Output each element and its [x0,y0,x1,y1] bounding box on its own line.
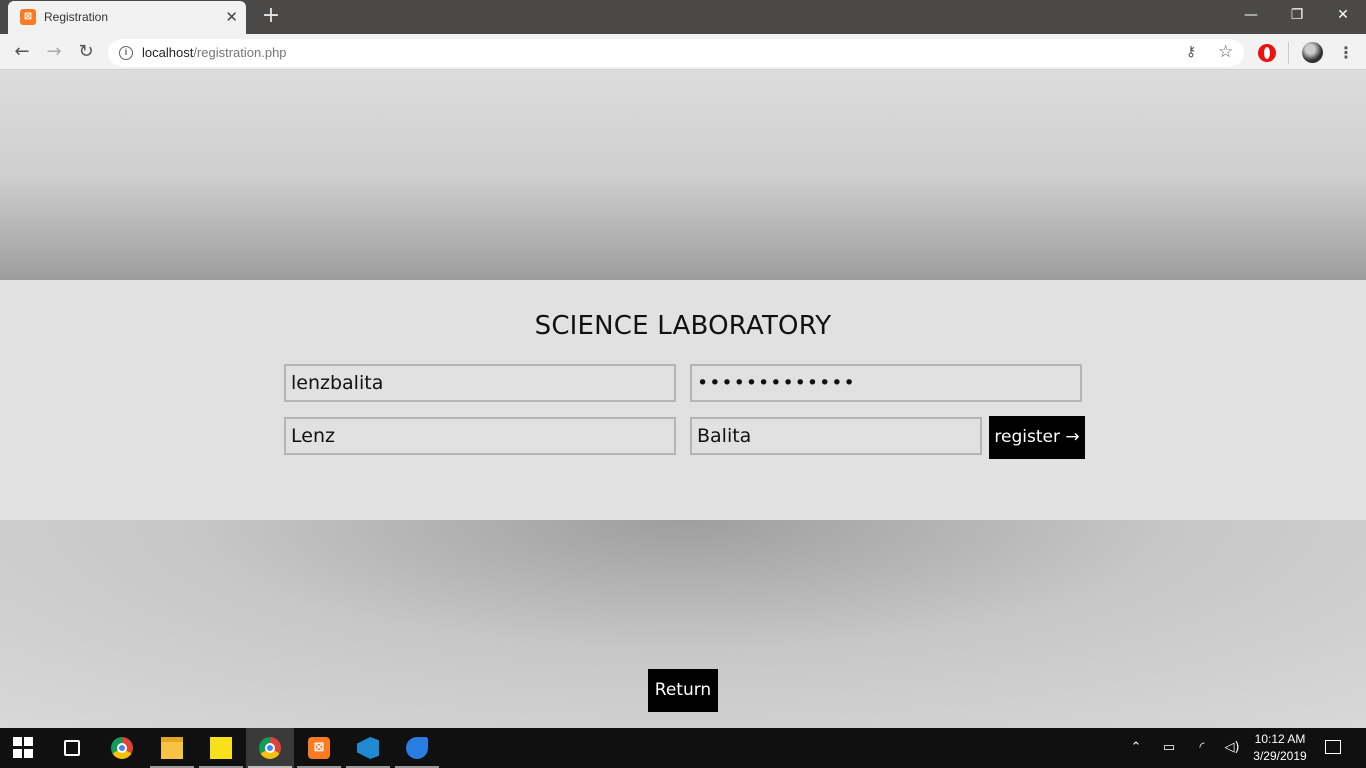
new-tab-button[interactable]: + [260,4,282,28]
folder-icon [161,737,183,759]
tab-close-icon[interactable]: ✕ [225,8,238,26]
taskbar-clock[interactable]: 10:12 AM 3/29/2019 [1246,731,1314,765]
opera-extension-icon[interactable] [1258,44,1276,62]
return-button[interactable]: Return [648,669,718,712]
xampp-icon: ⊠ [308,737,330,759]
tab-title: Registration [44,10,109,24]
sticky-notes-icon [210,737,232,759]
battery-icon[interactable]: ▭ [1158,728,1180,768]
wifi-icon[interactable]: ◜ [1192,728,1212,768]
vscode-icon [357,737,379,759]
first-name-field[interactable]: Lenz [284,417,676,455]
url-text[interactable]: localhost/registration.php [142,45,287,60]
page-title: SCIENCE LABORATORY [534,311,832,341]
browser-toolbar: ← → ↻ i localhost/registration.php ⚷ ☆ [0,34,1366,70]
taskbar-xampp[interactable]: ⊠ [295,728,343,768]
url-host: localhost [142,45,194,60]
password-field[interactable]: ••••••••••••• [690,364,1082,402]
page-content: SCIENCE LABORATORY lenzbalita ••••••••••… [0,71,1366,728]
notification-icon[interactable] [1325,740,1341,754]
taskbar-chrome-profile[interactable] [246,728,294,768]
info-icon[interactable]: i [119,46,133,60]
toolbar-divider [1288,42,1289,64]
tab-registration[interactable]: ⊠ Registration ✕ [8,1,246,34]
top-gradient-band [0,71,1366,280]
taskbar-chrome[interactable] [98,728,146,768]
start-button[interactable] [0,728,48,768]
task-view-button[interactable] [48,728,96,768]
task-view-icon [64,740,80,756]
window-minimize-button[interactable]: — [1228,0,1274,30]
window-restore-button[interactable]: ❐ [1274,0,1320,30]
last-name-field[interactable]: Balita [690,417,982,455]
windows-logo-icon [13,737,35,759]
reload-icon[interactable]: ↻ [73,40,99,64]
browser-titlebar: ⊠ Registration ✕ + — ❐ ✕ [0,0,1366,34]
taskbar-sticky-notes[interactable] [197,728,245,768]
taskbar-vscode[interactable] [344,728,392,768]
xampp-favicon-icon: ⊠ [20,9,36,25]
show-hidden-icons-chevron-icon[interactable]: ⌃ [1126,728,1146,768]
clock-date: 3/29/2019 [1253,749,1307,763]
clock-time: 10:12 AM [1254,732,1306,746]
chrome-icon [111,737,133,759]
avatar[interactable] [1302,42,1323,63]
url-path: /registration.php [193,45,287,60]
register-button[interactable]: register → [989,416,1085,459]
address-bar[interactable]: i localhost/registration.php ⚷ ☆ [108,39,1244,67]
menu-dots-icon[interactable]: ⋮ [1338,42,1354,64]
back-arrow-icon[interactable]: ← [9,40,35,64]
chrome-profile-icon [259,737,281,759]
username-field[interactable]: lenzbalita [284,364,676,402]
key-icon[interactable]: ⚷ [1186,44,1196,60]
star-icon[interactable]: ☆ [1218,42,1233,62]
volume-icon[interactable]: ◁) [1222,728,1242,768]
taskbar-file-explorer[interactable] [148,728,196,768]
taskbar-dolphin[interactable] [393,728,441,768]
forward-arrow-icon[interactable]: → [41,40,67,64]
window-close-button[interactable]: ✕ [1320,0,1366,30]
dolphin-icon [406,737,428,759]
windows-taskbar: ⊠ ⌃ ▭ ◜ ◁) 10:12 AM 3/29/2019 [0,728,1366,768]
